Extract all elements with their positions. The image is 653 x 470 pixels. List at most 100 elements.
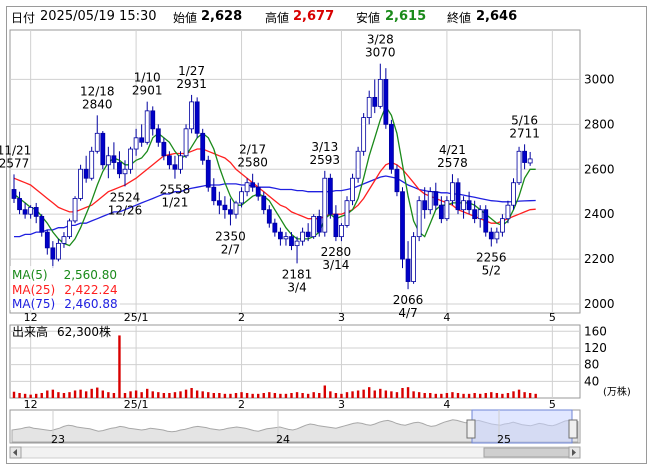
annotation-date: 3/14 (322, 258, 349, 272)
candle-body (377, 79, 383, 107)
candle-body (388, 123, 394, 170)
candle-body (161, 141, 167, 157)
candle-body (233, 202, 239, 215)
candle-body (472, 209, 478, 220)
candle-body (211, 186, 217, 202)
candle-body (289, 236, 294, 247)
volume-bar (201, 391, 204, 398)
volume-tick-label: 40 (584, 374, 599, 388)
candle-body (83, 168, 89, 179)
candle-body (305, 231, 311, 238)
volume-bar (229, 393, 232, 398)
candle-body (405, 258, 411, 282)
volume-bar (362, 389, 365, 398)
legend-ma5: MA(5) 2,560.80 (12, 268, 117, 282)
price-tick-label: 2400 (584, 207, 615, 221)
annotation-date: 12/18 (80, 84, 115, 98)
volume-bar (451, 392, 454, 398)
volume-bar (212, 392, 215, 398)
candle-body (261, 195, 267, 211)
volume-bar (62, 392, 66, 398)
volume-bar (473, 392, 476, 398)
volume-date-axis: 12 25/1 2 3 4 5 (24, 398, 556, 411)
candle-body (78, 168, 83, 199)
legend-ma25: MA(25) 2,422.24 (12, 283, 118, 297)
candle-body (355, 150, 361, 179)
volume-bar (501, 393, 504, 398)
candle-body (56, 242, 61, 260)
annotation-price: 3070 (365, 46, 396, 60)
navigator-right-handle[interactable] (568, 419, 578, 439)
candle-body (155, 128, 161, 143)
volume-date-tick-label: 25/1 (124, 398, 149, 411)
date-tick-label: 3 (338, 311, 345, 324)
candle-body (316, 216, 322, 233)
volume-bar (512, 391, 515, 398)
candle-body (516, 150, 522, 184)
date-tick-label: 5 (549, 311, 556, 324)
candle-body (194, 101, 200, 134)
candle-body (139, 137, 145, 143)
volume-bar (318, 392, 321, 398)
candle-body (505, 204, 511, 220)
volume-bar (462, 393, 465, 398)
navigator-selection[interactable] (471, 409, 573, 444)
candle-body (333, 213, 339, 238)
volume-bar (345, 392, 349, 398)
candle-body (67, 220, 72, 238)
candle-body (422, 200, 428, 211)
volume-date-tick-label: 2 (238, 398, 245, 411)
candle-body (172, 164, 178, 170)
candle-body (244, 182, 250, 193)
volume-bar (68, 392, 71, 398)
volume-bar (84, 391, 88, 398)
date-tick-label: 12 (24, 311, 38, 324)
candle-body (94, 132, 100, 152)
navigator-left-handle[interactable] (466, 419, 476, 439)
volume-bar (384, 390, 388, 398)
candle-body (11, 189, 17, 199)
date-tick-label: 4 (443, 311, 450, 324)
volume-bar (262, 392, 265, 398)
candle-body (466, 200, 472, 211)
volume-bar (107, 392, 110, 398)
navigator-year-label: 23 (51, 433, 65, 446)
annotation-date: 3/28 (367, 33, 394, 47)
annotation-date: 4/7 (398, 306, 417, 320)
volume-tick-label: 160 (584, 324, 607, 338)
annotation-price: 2066 (393, 293, 424, 307)
candle-body (444, 200, 450, 220)
candle-body (433, 191, 439, 206)
candle-body (383, 79, 389, 125)
legend-ma5-label: MA(5) (12, 268, 48, 282)
annotation-date: 5/16 (511, 113, 538, 127)
scrollbar-thumb[interactable] (483, 447, 573, 458)
candle-body (178, 155, 183, 170)
candle-body (28, 207, 34, 215)
annotation-date: 1/27 (178, 64, 205, 78)
candle-body (222, 204, 228, 211)
candle-body (128, 148, 133, 170)
candle-body (133, 137, 139, 150)
volume-bar (334, 392, 338, 398)
candle-body (22, 209, 28, 215)
volume-bar (323, 385, 326, 398)
annotation-price: 2256 (476, 251, 507, 265)
volume-value: 62,300株 (57, 324, 111, 339)
candle-body (239, 191, 244, 204)
volume-bar (429, 392, 432, 398)
volume-bar (523, 392, 526, 398)
volume-bar (18, 392, 21, 398)
volume-bar (162, 392, 166, 398)
candle-body (416, 200, 422, 238)
annotation-price: 2577 (0, 156, 29, 170)
annotation-price: 2558 (160, 183, 191, 197)
volume-bar (290, 392, 293, 398)
volume-bar (268, 392, 271, 398)
volume-bar (379, 388, 382, 398)
volume-bar (234, 392, 238, 398)
volume-bar (490, 392, 493, 398)
annotation-date: 3/13 (311, 140, 338, 154)
annotation-date: 1/10 (134, 71, 161, 85)
annotation-price: 2280 (321, 245, 352, 259)
